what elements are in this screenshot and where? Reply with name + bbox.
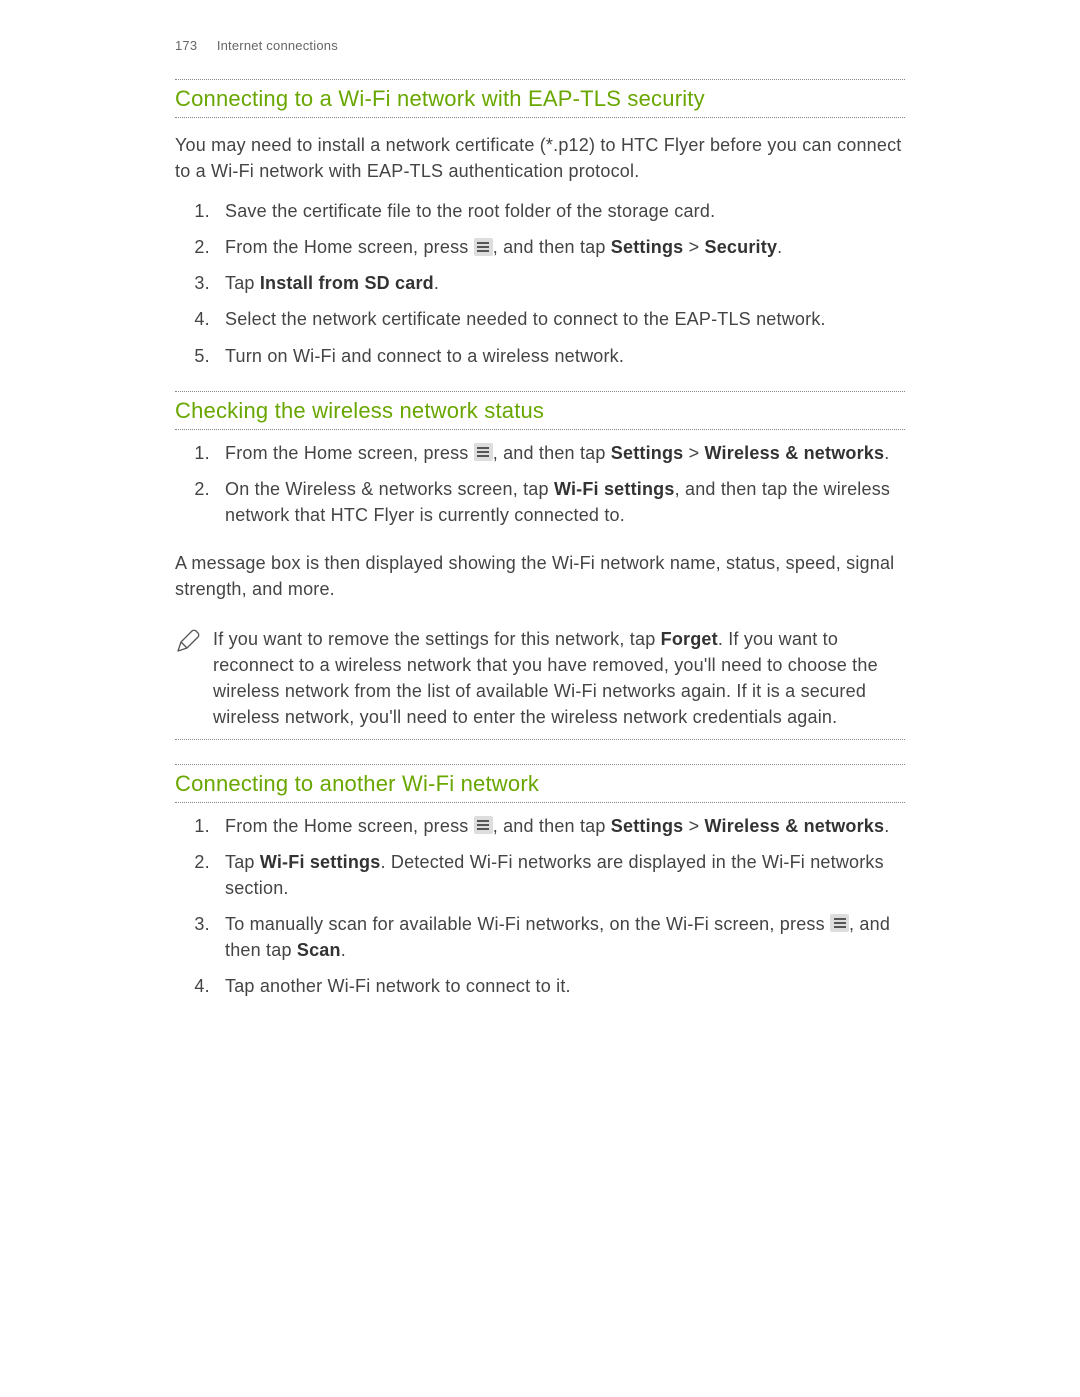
step-text: From the Home screen, press <box>225 237 474 257</box>
list-item: On the Wireless & networks screen, tap W… <box>215 476 905 528</box>
page-number: 173 <box>175 38 213 53</box>
ui-term: Scan <box>297 940 341 960</box>
list-item: Tap Wi‑Fi settings. Detected Wi‑Fi netwo… <box>215 849 905 901</box>
note-text-part: If you want to remove the settings for t… <box>213 629 661 649</box>
page-header: 173 Internet connections <box>175 38 905 53</box>
ui-term: Wireless & networks <box>705 443 885 463</box>
ui-term: Settings <box>611 443 684 463</box>
list-item: Save the certificate file to the root fo… <box>215 198 905 224</box>
step-text: Tap <box>225 852 260 872</box>
ui-term: Security <box>705 237 778 257</box>
step-text: . <box>884 443 889 463</box>
result-para: A message box is then displayed showing … <box>175 550 905 602</box>
step-text: Select the network certificate needed to… <box>225 309 826 329</box>
ui-term: Wireless & networks <box>705 816 885 836</box>
step-text: Turn on Wi‑Fi and connect to a wireless … <box>225 346 624 366</box>
steps-check-status: From the Home screen, press , and then t… <box>175 440 905 528</box>
heading-check-status: Checking the wireless network status <box>175 391 905 430</box>
step-text: . <box>884 816 889 836</box>
ui-term: Forget <box>661 629 718 649</box>
chapter-title: Internet connections <box>217 38 338 53</box>
ui-term: Settings <box>611 237 684 257</box>
step-text: , and then tap <box>493 237 611 257</box>
heading-eap-tls: Connecting to a Wi‑Fi network with EAP‑T… <box>175 79 905 118</box>
list-item: To manually scan for available Wi‑Fi net… <box>215 911 905 963</box>
list-item: From the Home screen, press , and then t… <box>215 440 905 466</box>
menu-icon <box>830 914 849 932</box>
step-text: To manually scan for available Wi‑Fi net… <box>225 914 830 934</box>
list-item: Tap another Wi‑Fi network to connect to … <box>215 973 905 999</box>
ui-term: Settings <box>611 816 684 836</box>
ui-term: Wi‑Fi settings <box>260 852 381 872</box>
step-text: Tap <box>225 273 260 293</box>
list-item: Turn on Wi‑Fi and connect to a wireless … <box>215 343 905 369</box>
steps-eap-tls: Save the certificate file to the root fo… <box>175 198 905 368</box>
list-item: Tap Install from SD card. <box>215 270 905 296</box>
document-page: 173 Internet connections Connecting to a… <box>0 0 1080 1061</box>
list-item: From the Home screen, press , and then t… <box>215 813 905 839</box>
step-text: > <box>683 237 704 257</box>
step-text: > <box>683 443 704 463</box>
step-text: Tap another Wi‑Fi network to connect to … <box>225 976 571 996</box>
step-text: From the Home screen, press <box>225 443 474 463</box>
step-text: , and then tap <box>493 443 611 463</box>
note-box: If you want to remove the settings for t… <box>175 616 905 739</box>
step-text: From the Home screen, press <box>225 816 474 836</box>
step-text: , and then tap <box>493 816 611 836</box>
step-text: . <box>777 237 782 257</box>
ui-term: Install from SD card <box>260 273 434 293</box>
ui-term: Wi‑Fi settings <box>554 479 675 499</box>
steps-connect-other: From the Home screen, press , and then t… <box>175 813 905 1000</box>
step-text: . <box>341 940 346 960</box>
menu-icon <box>474 816 493 834</box>
list-item: Select the network certificate needed to… <box>215 306 905 332</box>
list-item: From the Home screen, press , and then t… <box>215 234 905 260</box>
heading-connect-other: Connecting to another Wi‑Fi network <box>175 764 905 803</box>
menu-icon <box>474 443 493 461</box>
step-text: Save the certificate file to the root fo… <box>225 201 715 221</box>
step-text: On the Wireless & networks screen, tap <box>225 479 554 499</box>
intro-eap-tls: You may need to install a network certif… <box>175 132 905 184</box>
pencil-icon <box>175 628 201 659</box>
step-text: > <box>683 816 704 836</box>
note-text: If you want to remove the settings for t… <box>213 626 905 730</box>
step-text: . <box>434 273 439 293</box>
menu-icon <box>474 238 493 256</box>
